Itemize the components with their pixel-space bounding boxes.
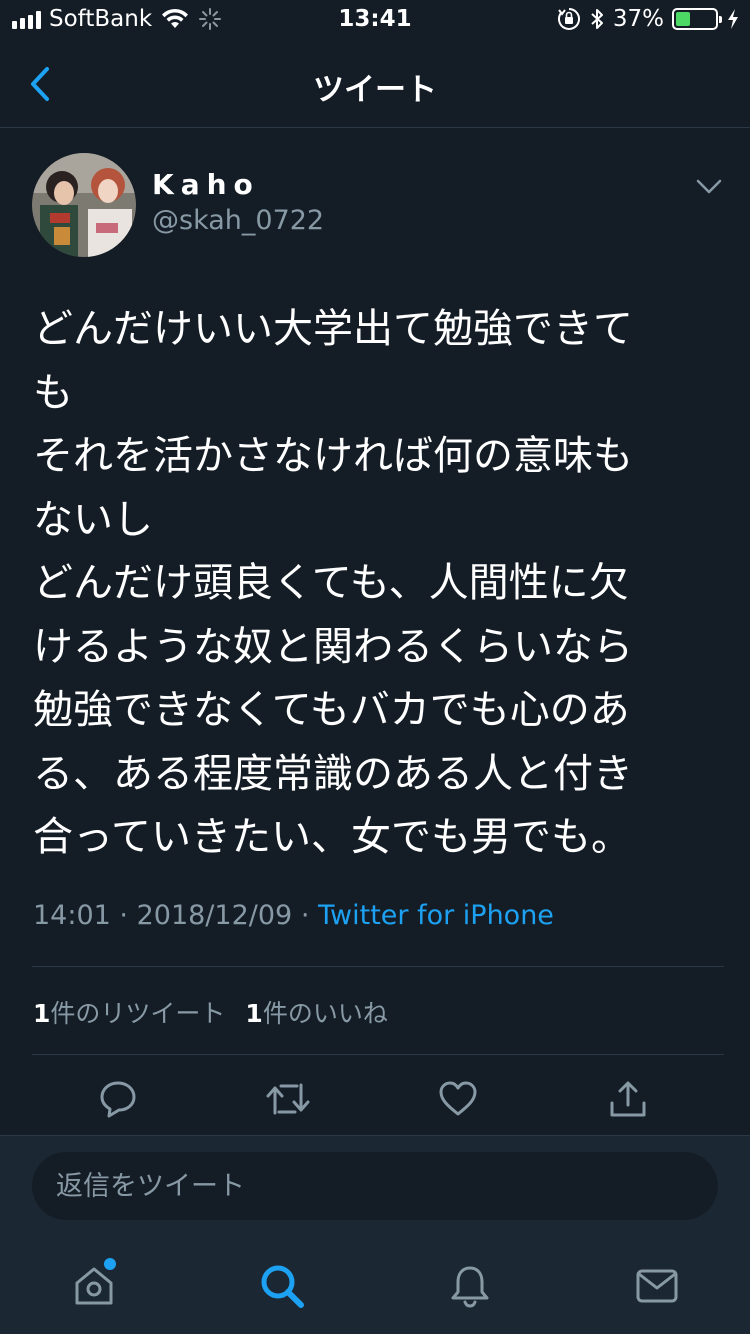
reply-icon <box>100 1081 136 1118</box>
retweet-label: 件のリツイート <box>50 999 226 1028</box>
search-icon <box>261 1265 304 1308</box>
tweet-options-button[interactable] <box>690 172 728 202</box>
tweet-detail-screen: SoftBank 13:41 37% ツイート Kaho @skah_0722 … <box>0 0 750 1334</box>
tweet-text-line: どんだけ頭良くても、人間性に欠 <box>33 560 629 606</box>
notifications-icon <box>451 1266 489 1308</box>
tweet-text-line: どんだけいい大学出て勉強できて <box>33 306 633 352</box>
meta-separator: · <box>119 900 128 931</box>
like-label: 件のいいね <box>262 999 388 1028</box>
tweet-text-line: も <box>33 369 73 416</box>
page-title: ツイート <box>313 72 437 108</box>
reply-composer <box>0 1136 750 1238</box>
tab-messages[interactable] <box>633 1262 681 1310</box>
tab-bar <box>0 1238 750 1334</box>
avatar[interactable] <box>32 153 136 257</box>
battery-fill <box>676 12 691 26</box>
tweet-stats: 1件のリツイート 1件のいいね <box>33 994 388 1030</box>
tweet-date: 2018/12/09 <box>136 900 293 931</box>
divider <box>32 1054 724 1055</box>
tab-home[interactable] <box>70 1258 118 1310</box>
tweet-text-line: それを活かさなければ何の意味も <box>33 433 633 479</box>
tab-notifications[interactable] <box>446 1262 494 1310</box>
tweet-meta: 14:01 · 2018/12/09 · Twitter for iPhone <box>33 900 554 931</box>
tweet-time: 14:01 <box>33 900 111 931</box>
status-right: 37% <box>557 6 740 32</box>
tweet-text-line: ないし <box>33 496 153 543</box>
share-button[interactable] <box>603 1074 653 1124</box>
like-count: 1 <box>245 999 263 1028</box>
tweet-text: どんだけいい大学出て勉強できて も それを活かさなければ何の意味も ないし どん… <box>33 298 701 870</box>
like-button[interactable] <box>433 1074 483 1124</box>
tweet-text-line: 合っていきたい、女でも男でも。 <box>33 814 631 860</box>
notification-dot <box>104 1258 116 1270</box>
tweet-text-line: けるような奴と関わるくらいなら <box>33 623 633 670</box>
reply-button[interactable] <box>93 1074 143 1124</box>
share-icon <box>610 1081 646 1117</box>
tweet-text-line: る、ある程度常識のある人と付き <box>33 750 633 797</box>
chevron-down-icon <box>696 179 722 194</box>
heart-icon <box>439 1081 477 1116</box>
tweet-text-line: 勉強できなくてもバカでも心のあ <box>33 687 630 733</box>
reply-input[interactable] <box>32 1152 718 1220</box>
retweet-icon <box>266 1083 310 1115</box>
battery-icon <box>672 8 722 30</box>
meta-separator: · <box>300 900 310 931</box>
status-bar: SoftBank 13:41 37% <box>0 0 750 40</box>
messages-icon <box>636 1269 678 1303</box>
divider <box>32 966 724 967</box>
retweet-button[interactable] <box>263 1074 313 1124</box>
orientation-lock-icon <box>557 8 580 30</box>
bluetooth-icon <box>591 9 603 29</box>
tab-search[interactable] <box>258 1262 306 1310</box>
retweet-count-link[interactable]: 1件のリツイート <box>33 994 225 1030</box>
home-icon <box>75 1267 113 1305</box>
tweet-source-link[interactable]: Twitter for iPhone <box>318 900 554 931</box>
charging-bolt-icon <box>728 9 738 29</box>
display-name[interactable]: Kaho <box>152 168 260 201</box>
like-count-link[interactable]: 1件のいいね <box>245 994 387 1030</box>
user-handle[interactable]: @skah_0722 <box>152 205 324 236</box>
retweet-count: 1 <box>33 999 51 1028</box>
battery-percent: 37% <box>612 6 664 32</box>
profile-photo <box>32 153 136 257</box>
navigation-bar: ツイート <box>0 40 750 128</box>
